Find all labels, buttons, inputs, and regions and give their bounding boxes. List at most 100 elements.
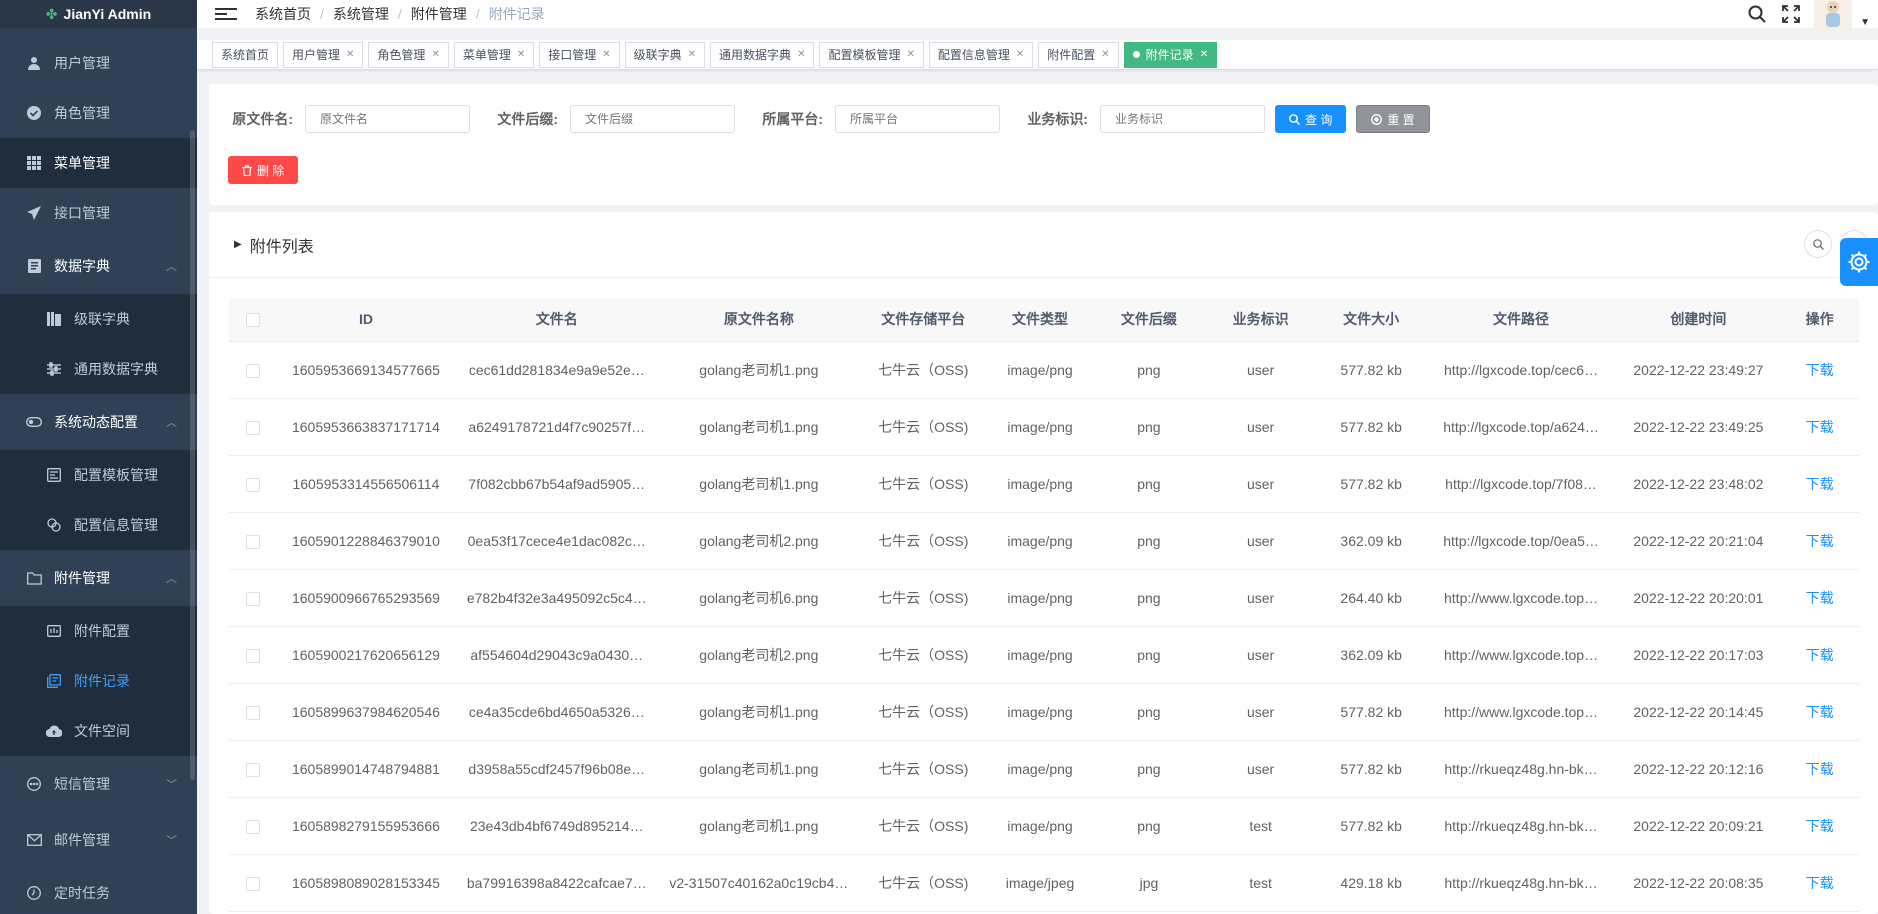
- column-header[interactable]: 文件名: [455, 298, 658, 342]
- download-link[interactable]: 下载: [1784, 360, 1855, 380]
- download-link[interactable]: 下载: [1784, 702, 1855, 722]
- row-checkbox[interactable]: [245, 876, 260, 891]
- download-link[interactable]: 下载: [1784, 816, 1855, 836]
- row-checkbox[interactable]: [245, 477, 260, 492]
- tag-config-info[interactable]: 配置信息管理 ✕: [928, 41, 1034, 68]
- row-checkbox[interactable]: [245, 420, 260, 435]
- tag-attachment-records[interactable]: 附件记录 ✕: [1123, 41, 1218, 68]
- download-link[interactable]: 下载: [1784, 645, 1855, 665]
- row-checkbox[interactable]: [245, 705, 260, 720]
- sidebar-item-roles[interactable]: 角色管理: [0, 88, 197, 138]
- download-link[interactable]: 下载: [1784, 873, 1855, 893]
- download-link[interactable]: 下载: [1784, 759, 1855, 779]
- sidebar-item-attachments[interactable]: 附件管理 ︿: [0, 550, 197, 606]
- sidebar-item-cron[interactable]: 定时任务: [0, 868, 197, 914]
- table-row[interactable]: 1605953669134577665 cec61dd281834e9a9e52e…: [229, 341, 1859, 399]
- download-link[interactable]: 下载: [1784, 588, 1855, 608]
- sidebar-item-config-info[interactable]: 配置信息管理: [0, 500, 197, 550]
- row-checkbox[interactable]: [245, 363, 260, 378]
- breadcrumb-item-home[interactable]: 系统首页: [255, 4, 311, 24]
- sidebar-item-dynamic-config[interactable]: 系统动态配置 ︿: [0, 394, 197, 450]
- sidebar-item-mail[interactable]: 邮件管理 ﹀: [0, 812, 197, 868]
- close-icon[interactable]: ✕: [1101, 43, 1109, 67]
- tag-api[interactable]: 接口管理 ✕: [539, 41, 620, 68]
- column-header[interactable]: 文件大小: [1316, 298, 1426, 342]
- sidebar-item-attachment-config[interactable]: 附件配置: [0, 606, 197, 656]
- platform-input[interactable]: [835, 105, 1000, 133]
- column-header[interactable]: 文件路径: [1425, 298, 1617, 342]
- column-header[interactable]: 文件存储平台: [859, 298, 987, 342]
- column-header[interactable]: 文件后缀: [1093, 298, 1205, 342]
- reset-button[interactable]: 重 置: [1356, 105, 1430, 133]
- close-icon[interactable]: ✕: [517, 43, 525, 67]
- sidebar-item-users[interactable]: 用户管理: [0, 38, 197, 88]
- tag-home[interactable]: 系统首页: [212, 41, 279, 68]
- sidebar-item-menus[interactable]: 菜单管理: [0, 138, 197, 188]
- table-row[interactable]: 1605898089028153345 ba79916398a8422cafcae…: [229, 854, 1859, 912]
- caret-right-icon[interactable]: ▶: [234, 239, 242, 250]
- sidebar-item-file-space[interactable]: 文件空间: [0, 706, 197, 756]
- search-icon[interactable]: [1746, 3, 1768, 25]
- column-header[interactable]: 业务标识: [1204, 298, 1317, 342]
- table-row[interactable]: 1605898279155953666 23e43db4bf6749d895214…: [229, 797, 1859, 855]
- column-header[interactable]: 文件类型: [986, 298, 1094, 342]
- table-row[interactable]: 1605953663837171714 a6249178721d4f7c90257…: [229, 398, 1859, 456]
- close-icon[interactable]: ✕: [688, 43, 696, 67]
- tag-roles[interactable]: 角色管理 ✕: [368, 41, 449, 68]
- close-icon[interactable]: ✕: [346, 43, 354, 67]
- file-suffix-input[interactable]: [570, 105, 735, 133]
- table-row[interactable]: 1605953314556506114 7f082cbb67b54af9ad590…: [229, 455, 1859, 513]
- close-icon[interactable]: ✕: [797, 43, 805, 67]
- table-row[interactable]: 1605901228846379010 0ea53f17cece4e1dac082…: [229, 512, 1859, 570]
- column-header[interactable]: ID: [276, 298, 456, 342]
- breadcrumb-item-system[interactable]: 系统管理: [333, 4, 389, 24]
- close-icon[interactable]: ✕: [906, 43, 914, 67]
- sidebar-item-sms[interactable]: 短信管理 ﹀: [0, 756, 197, 812]
- query-button[interactable]: 查 询: [1275, 105, 1347, 133]
- column-header[interactable]: 原文件名称: [657, 298, 860, 342]
- sidebar-item-common-dict[interactable]: 通用数据字典: [0, 344, 197, 394]
- close-icon[interactable]: ✕: [602, 43, 610, 67]
- settings-gear-icon[interactable]: [1840, 238, 1878, 286]
- delete-button[interactable]: 删 除: [228, 156, 299, 184]
- tag-menus[interactable]: 菜单管理 ✕: [453, 41, 535, 68]
- row-checkbox[interactable]: [245, 591, 260, 606]
- download-link[interactable]: 下载: [1784, 417, 1855, 437]
- table-row[interactable]: 1605899014748794881 d3958a55cdf2457f96b08…: [229, 740, 1859, 798]
- sidebar-item-config-template[interactable]: 配置模板管理: [0, 450, 197, 500]
- tag-cascade-dict[interactable]: 级联字典 ✕: [624, 41, 706, 68]
- tag-common-dict[interactable]: 通用数据字典 ✕: [710, 41, 815, 68]
- sidebar-item-dictionary[interactable]: 数据字典 ︿: [0, 238, 197, 294]
- row-checkbox[interactable]: [245, 819, 260, 834]
- avatar[interactable]: [1814, 0, 1853, 31]
- column-header[interactable]: 操作: [1780, 298, 1859, 342]
- tag-config-template[interactable]: 配置模板管理 ✕: [819, 41, 924, 68]
- app-logo[interactable]: ✤ JianYi Admin: [0, 0, 197, 28]
- table-panel-header[interactable]: ▶ 附件列表: [209, 212, 1878, 278]
- breadcrumb-item-attachments[interactable]: 附件管理: [411, 4, 467, 24]
- table-row[interactable]: 1605900217620656129 af554604d29043c9a0430…: [229, 626, 1859, 684]
- close-icon[interactable]: ✕: [1200, 43, 1208, 67]
- tag-attachment-config[interactable]: 附件配置 ✕: [1038, 41, 1119, 68]
- sidebar-item-cascade-dict[interactable]: 级联字典: [0, 294, 197, 344]
- row-checkbox[interactable]: [245, 648, 260, 663]
- hamburger-icon[interactable]: [215, 8, 237, 20]
- select-all-checkbox[interactable]: [245, 313, 260, 328]
- table-row[interactable]: 1605900966765293569 e782b4f32e3a495092c5c…: [229, 569, 1859, 627]
- download-link[interactable]: 下载: [1784, 474, 1855, 494]
- close-icon[interactable]: ✕: [431, 43, 439, 67]
- row-checkbox[interactable]: [245, 762, 260, 777]
- tag-users[interactable]: 用户管理 ✕: [283, 41, 364, 68]
- original-filename-input[interactable]: [305, 105, 470, 133]
- business-tag-input[interactable]: [1100, 105, 1265, 133]
- sidebar-scrollbar[interactable]: [190, 130, 195, 780]
- row-checkbox[interactable]: [245, 534, 260, 549]
- sidebar-item-api[interactable]: 接口管理: [0, 188, 197, 238]
- column-header[interactable]: 创建时间: [1616, 298, 1781, 342]
- close-icon[interactable]: ✕: [1016, 43, 1024, 67]
- caret-down-icon[interactable]: ▼: [1860, 17, 1870, 28]
- search-toggle-icon[interactable]: [1804, 230, 1832, 258]
- table-row[interactable]: 1605899637984620546 ce4a35cde6bd4650a5326…: [229, 683, 1859, 741]
- fullscreen-icon[interactable]: [1780, 3, 1802, 25]
- sidebar-item-attachment-records[interactable]: 附件记录: [0, 656, 197, 706]
